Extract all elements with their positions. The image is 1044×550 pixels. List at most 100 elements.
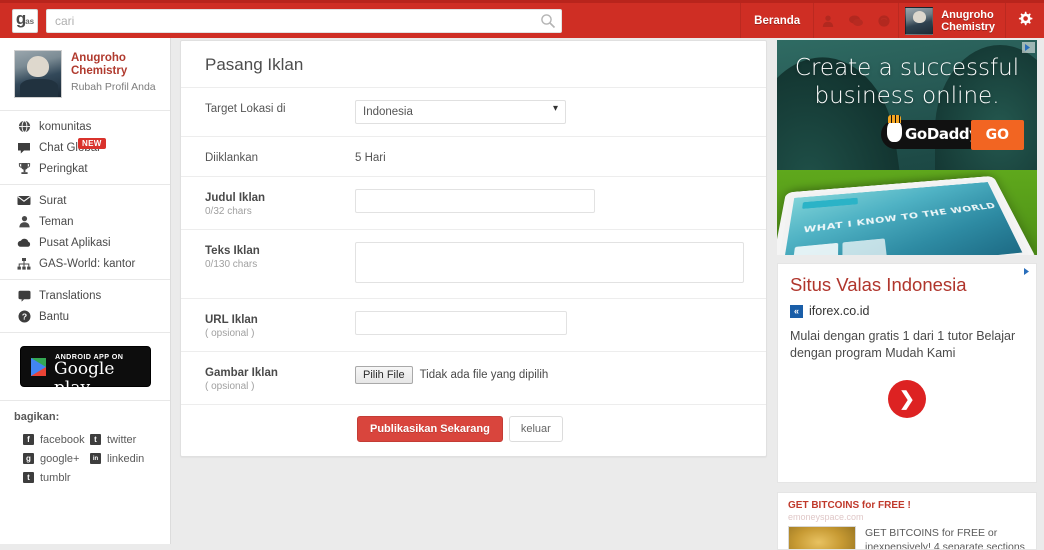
exit-button[interactable]: keluar — [508, 416, 563, 442]
envelope-icon — [16, 195, 32, 206]
sidebar-item-label: Bantu — [39, 310, 70, 323]
topbar-right-section: Beranda Anugroho Chemistry — [740, 3, 1044, 38]
share-label: google+ — [40, 452, 80, 465]
publish-button[interactable]: Publikasikan Sekarang — [357, 416, 503, 442]
share-googleplus[interactable]: g google+ — [23, 449, 90, 468]
target-location-select[interactable]: Indonesia — [355, 100, 566, 124]
ad-domain-row: « iforex.co.id — [790, 304, 1024, 318]
judul-iklan-input[interactable] — [355, 189, 595, 213]
ad-body-text: Mulai dengan gratis 1 dari 1 tutor Belaj… — [790, 329, 1016, 360]
cloud-icon — [16, 237, 32, 248]
top-navigation-bar: gas Beranda — [0, 0, 1044, 38]
sidebar-item-label: GAS-World: kantor — [39, 257, 136, 270]
share-tumblr[interactable]: t tumblr — [23, 468, 90, 487]
edit-profile-link[interactable]: Rubah Profil Anda — [71, 81, 156, 93]
char-counter: 0/130 chars — [205, 259, 258, 270]
sidebar-item-label: komunitas — [39, 120, 92, 133]
google-play-triangle-icon — [31, 358, 46, 376]
label-text: Teks Iklan — [205, 245, 260, 257]
notifications-icon[interactable] — [870, 3, 898, 38]
search-input[interactable] — [46, 8, 562, 33]
page-title: Pasang Iklan — [205, 55, 304, 74]
ad-title[interactable]: Situs Valas Indonesia — [790, 274, 1024, 296]
ad-headline-line1: Create a successful — [794, 55, 1020, 81]
godaddy-banner-ad[interactable]: Create a successful business online. GoD… — [777, 40, 1037, 255]
ad-content-row: GET BITCOINS for FREE or inexpensively! … — [788, 526, 1026, 550]
user-menu[interactable]: Anugroho Chemistry — [899, 3, 1005, 38]
google-play-section: ANDROID APP ON Google play — [0, 332, 170, 400]
file-status-label: Tidak ada file yang dipilih — [419, 369, 549, 381]
google-play-badge[interactable]: ANDROID APP ON Google play — [20, 346, 151, 398]
share-title: bagikan: — [14, 411, 60, 423]
profile-name-line2: Chemistry — [71, 65, 128, 77]
messages-icon[interactable] — [842, 3, 870, 38]
sidebar-item-komunitas[interactable]: komunitas — [0, 116, 170, 137]
form-row-target-lokasi: Target Lokasi di Indonesia — [181, 87, 766, 136]
sidebar-item-peringkat[interactable]: Peringkat — [0, 158, 170, 179]
ad-body-text: GET BITCOINS for FREE or inexpensively! … — [865, 527, 1025, 550]
settings-button[interactable] — [1006, 3, 1044, 38]
site-logo[interactable]: g as — [12, 8, 38, 33]
sidebar-item-gas-world[interactable]: GAS-World: kantor — [0, 253, 170, 274]
bitcoin-text-ad[interactable]: GET BITCOINS for FREE ! emoneyspace.com … — [777, 492, 1037, 550]
sidebar-item-surat[interactable]: Surat — [0, 190, 170, 211]
share-facebook[interactable]: f facebook — [23, 430, 90, 449]
sidebar-profile[interactable]: Anugroho Chemistry Rubah Profil Anda — [0, 38, 170, 110]
share-label: facebook — [40, 433, 85, 446]
pasang-iklan-panel: Pasang Iklan Target Lokasi di Indonesia … — [180, 40, 767, 457]
ad-arrow-button[interactable]: ❯ — [888, 380, 926, 418]
share-twitter[interactable]: t twitter — [90, 430, 157, 449]
field-url-iklan — [355, 311, 766, 335]
url-iklan-input[interactable] — [355, 311, 567, 335]
decorative-card — [791, 242, 839, 255]
field-teks-iklan — [355, 242, 766, 286]
advertisement-column: Create a successful business online. GoD… — [777, 40, 1037, 550]
friend-requests-icon[interactable] — [814, 3, 842, 38]
share-label: twitter — [107, 433, 137, 446]
iforex-favicon-icon: « — [790, 304, 803, 318]
user-name: Anugroho Chemistry — [941, 9, 995, 33]
ad-title[interactable]: GET BITCOINS for FREE ! — [788, 500, 1026, 511]
user-name-line1: Anugroho — [941, 8, 994, 21]
sidebar-item-translations[interactable]: Translations — [0, 285, 170, 306]
share-label: linkedin — [107, 452, 145, 465]
sidebar-item-teman[interactable]: Teman — [0, 211, 170, 232]
sidebar-item-label: Teman — [39, 215, 74, 228]
adchoices-icon[interactable] — [1022, 42, 1035, 53]
label-text: Gambar Iklan — [205, 367, 278, 379]
user-name-line2: Chemistry — [941, 20, 995, 33]
sidebar-item-bantu[interactable]: ? Bantu — [0, 306, 170, 327]
form-row-judul-iklan: Judul Iklan 0/32 chars — [181, 176, 766, 229]
search-icon[interactable] — [540, 13, 556, 29]
sidebar-item-label: Pusat Aplikasi — [39, 236, 111, 249]
sitemap-icon — [16, 257, 32, 270]
ad-cta-button[interactable]: GO — [970, 120, 1024, 150]
logo-letter-g: g — [15, 8, 26, 28]
select-wrapper: Indonesia — [355, 100, 566, 124]
ad-headline-line2: business online. — [814, 83, 1000, 109]
diiklankan-value: 5 Hari — [355, 152, 386, 164]
form-row-teks-iklan: Teks Iklan 0/130 chars — [181, 229, 766, 298]
sidebar-item-chat-global[interactable]: Chat Global NEW — [0, 137, 170, 158]
adchoices-icon[interactable] — [1021, 266, 1034, 277]
decorative-card — [842, 238, 888, 255]
optional-note: ( opsional ) — [205, 381, 255, 392]
ad-headline: Create a successful business online. — [777, 54, 1037, 110]
linkedin-icon: in — [90, 453, 101, 464]
char-counter: 0/32 chars — [205, 206, 252, 217]
label-url-iklan: URL Iklan ( opsional ) — [205, 311, 355, 339]
sidebar-item-pusat-aplikasi[interactable]: Pusat Aplikasi — [0, 232, 170, 253]
field-gambar-iklan: Pilih File Tidak ada file yang dipilih — [355, 364, 766, 384]
share-section: bagikan: f facebook t twitter g google+ … — [0, 400, 170, 487]
field-target-lokasi: Indonesia — [355, 100, 766, 124]
user-icon — [16, 215, 32, 228]
iforex-text-ad[interactable]: Situs Valas Indonesia « iforex.co.id Mul… — [777, 263, 1037, 483]
teks-iklan-textarea[interactable] — [355, 242, 744, 283]
home-link[interactable]: Beranda — [741, 3, 813, 38]
logo-letters-as: as — [25, 16, 35, 26]
ad-domain: emoneyspace.com — [788, 512, 864, 522]
label-text: URL Iklan — [205, 314, 258, 326]
label-gambar-iklan: Gambar Iklan ( opsional ) — [205, 364, 355, 392]
share-linkedin[interactable]: in linkedin — [90, 449, 157, 468]
choose-file-button[interactable]: Pilih File — [355, 366, 413, 384]
